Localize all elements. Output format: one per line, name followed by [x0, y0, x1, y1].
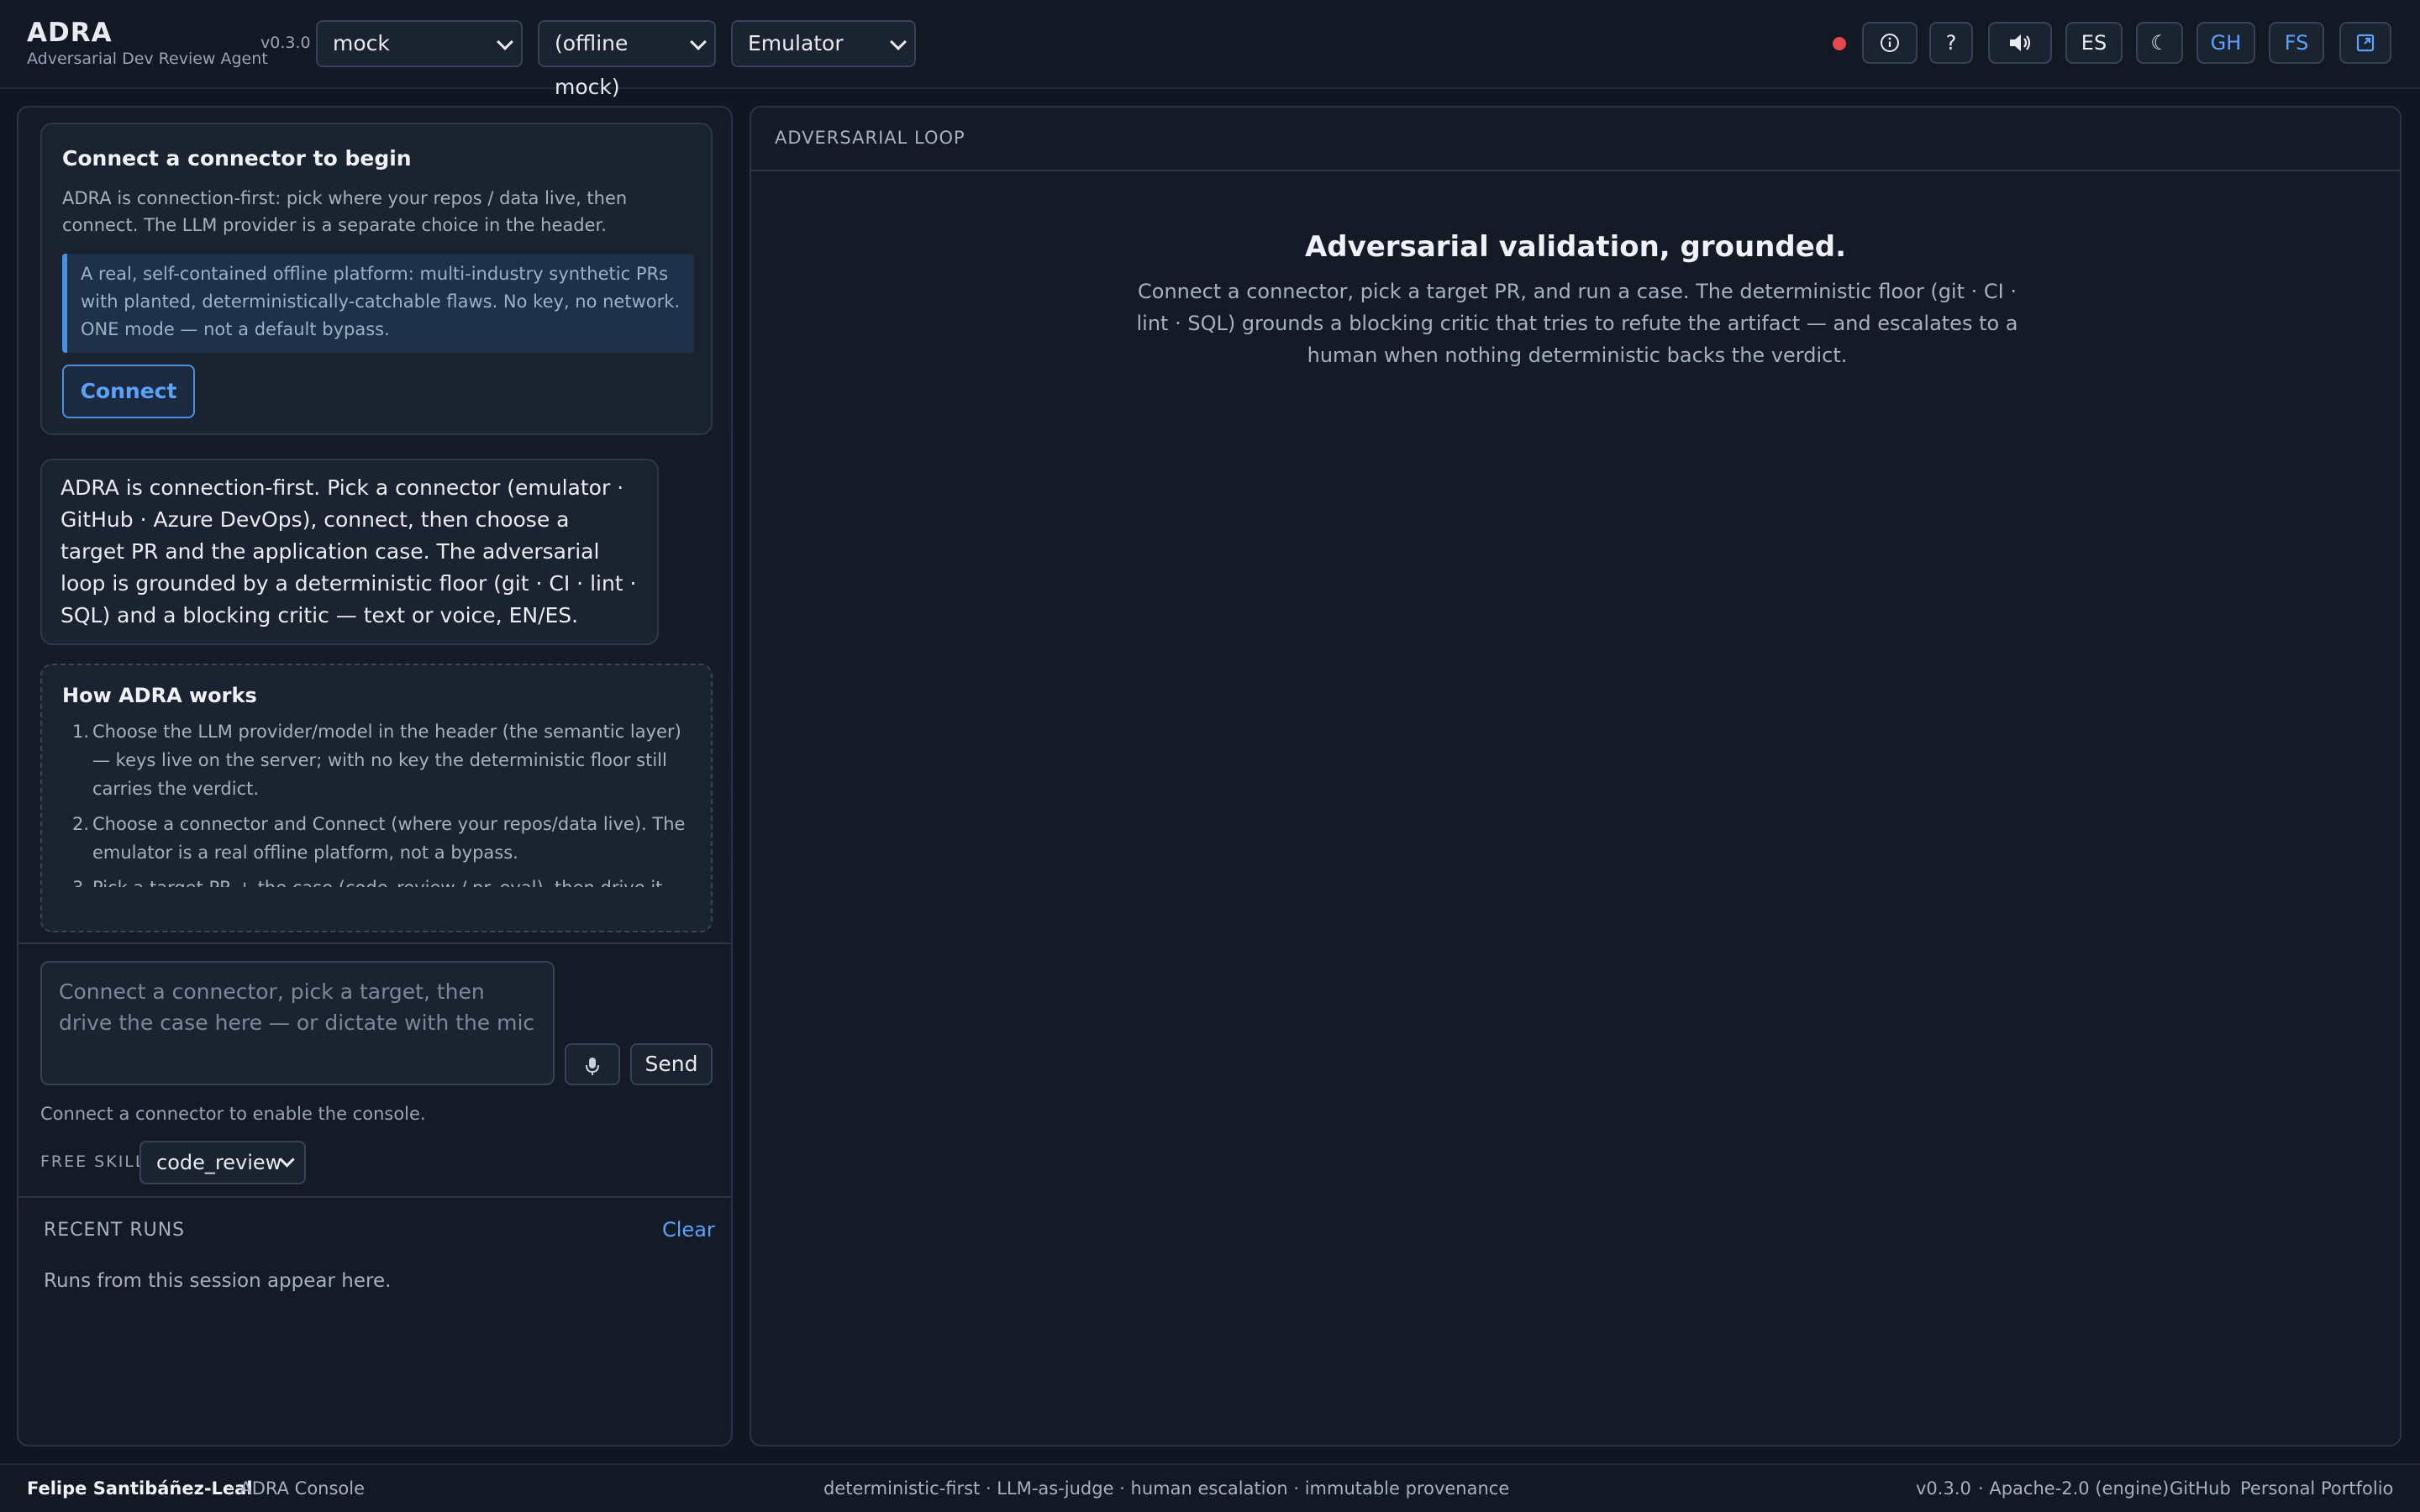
how-it-works-title: How ADRA works [62, 684, 257, 707]
external-link-icon [2356, 34, 2375, 52]
clear-button[interactable]: Clear [662, 1218, 715, 1242]
info-button[interactable] [1862, 22, 1918, 64]
scroll-fade [42, 887, 711, 931]
github-button[interactable]: GH [2196, 22, 2255, 64]
emulator-note: A real, self-contained offline platform:… [62, 254, 694, 353]
send-button[interactable]: Send [630, 1043, 713, 1085]
console-hint: Connect a connector to enable the consol… [40, 1104, 426, 1124]
hero-title: Adversarial validation, grounded. [1304, 230, 1847, 264]
brand: ADRA Adversarial Dev Review Agent [27, 17, 268, 69]
chat-input[interactable]: Connect a connector, pick a target, then… [40, 961, 555, 1085]
footer-link-personal[interactable]: Personal [2240, 1465, 2315, 1512]
footer-version: v0.3.0 [1916, 1478, 1971, 1499]
connector-card-text: ADRA is connection-first: pick where you… [62, 188, 628, 235]
footer-tagline: deterministic-first · LLM-as-judge · hum… [823, 1478, 1510, 1499]
external-link-button[interactable] [2339, 22, 2391, 64]
footer-console-label: · ADRA Console [229, 1478, 366, 1499]
panel-title: ADVERSARIAL LOOP [775, 128, 965, 148]
assistant-message: ADRA is connection-first. Pick a connect… [40, 459, 659, 645]
connector-select-value: Emulator [748, 31, 844, 55]
speaker-button[interactable] [1988, 22, 2052, 64]
skill-select-value: code_review [156, 1151, 282, 1174]
speaker-icon [2010, 34, 2031, 51]
provider-select[interactable]: mock [316, 20, 523, 67]
panel-header: ADVERSARIAL LOOP [751, 108, 2400, 171]
footer-author: Felipe Santibáñez-Leal [27, 1478, 253, 1499]
chevron-down-icon [497, 34, 513, 50]
fullscreen-button[interactable]: FS [2269, 22, 2324, 64]
info-icon [1881, 34, 1899, 52]
how-it-works-list: 1. Choose the LLM provider/model in the … [62, 717, 692, 909]
footer: Felipe Santibáñez-Leal · ADRA Console de… [0, 1463, 2420, 1512]
language-button[interactable]: ES [2065, 22, 2123, 64]
app-subtitle: Adversarial Dev Review Agent [27, 50, 268, 68]
step-text: Choose the LLM provider/model in the hea… [92, 722, 681, 799]
skill-label: FREE SKILL [40, 1152, 146, 1171]
hero-text: Connect a connector, pick a target PR, a… [1136, 280, 2018, 367]
app-version: v0.3.0 [260, 34, 311, 52]
microphone-icon [586, 1057, 599, 1075]
step-text: Choose a connector and Connect (where yo… [92, 814, 686, 863]
help-button[interactable]: ? [1929, 22, 1973, 64]
chevron-down-icon [690, 34, 707, 50]
skill-select[interactable]: code_review [139, 1141, 306, 1184]
app-header: ADRA Adversarial Dev Review Agent v0.3.0… [0, 0, 2420, 99]
adversarial-loop-panel: ADVERSARIAL LOOP Adversarial validation,… [750, 106, 2402, 1446]
list-item: 1. Choose the LLM provider/model in the … [72, 722, 681, 799]
model-select[interactable]: (offline mock) [538, 20, 716, 99]
connector-card-title: Connect a connector to begin [62, 146, 412, 171]
model-select-value: (offline mock) [555, 31, 629, 99]
connector-select[interactable]: Emulator [731, 20, 916, 67]
app-name: ADRA [27, 18, 113, 48]
connector-card: Connect a connector to begin ADRA is con… [40, 123, 713, 435]
theme-toggle-button[interactable]: ☾ [2136, 22, 2183, 64]
how-it-works-panel[interactable]: How ADRA works 1. Choose the LLM provide… [40, 664, 713, 932]
footer-license: · Apache-2.0 (engine) [1978, 1478, 2170, 1499]
chevron-down-icon [890, 34, 907, 50]
recent-runs-title: RECENT RUNS [44, 1220, 186, 1241]
mic-button[interactable] [565, 1043, 620, 1085]
footer-link-portfolio[interactable]: Portfolio [2321, 1465, 2393, 1512]
list-item: 2. Choose a connector and Connect (where… [72, 814, 686, 863]
connect-button[interactable]: Connect [62, 365, 195, 418]
footer-link-github[interactable]: GitHub [2170, 1465, 2231, 1512]
console-panel: Connect a connector to begin ADRA is con… [17, 106, 733, 1446]
record-indicator [1833, 37, 1846, 50]
recent-runs-empty: Runs from this session appear here. [44, 1270, 392, 1292]
provider-select-value: mock [333, 31, 390, 55]
divider [18, 942, 731, 944]
divider [18, 1196, 731, 1198]
